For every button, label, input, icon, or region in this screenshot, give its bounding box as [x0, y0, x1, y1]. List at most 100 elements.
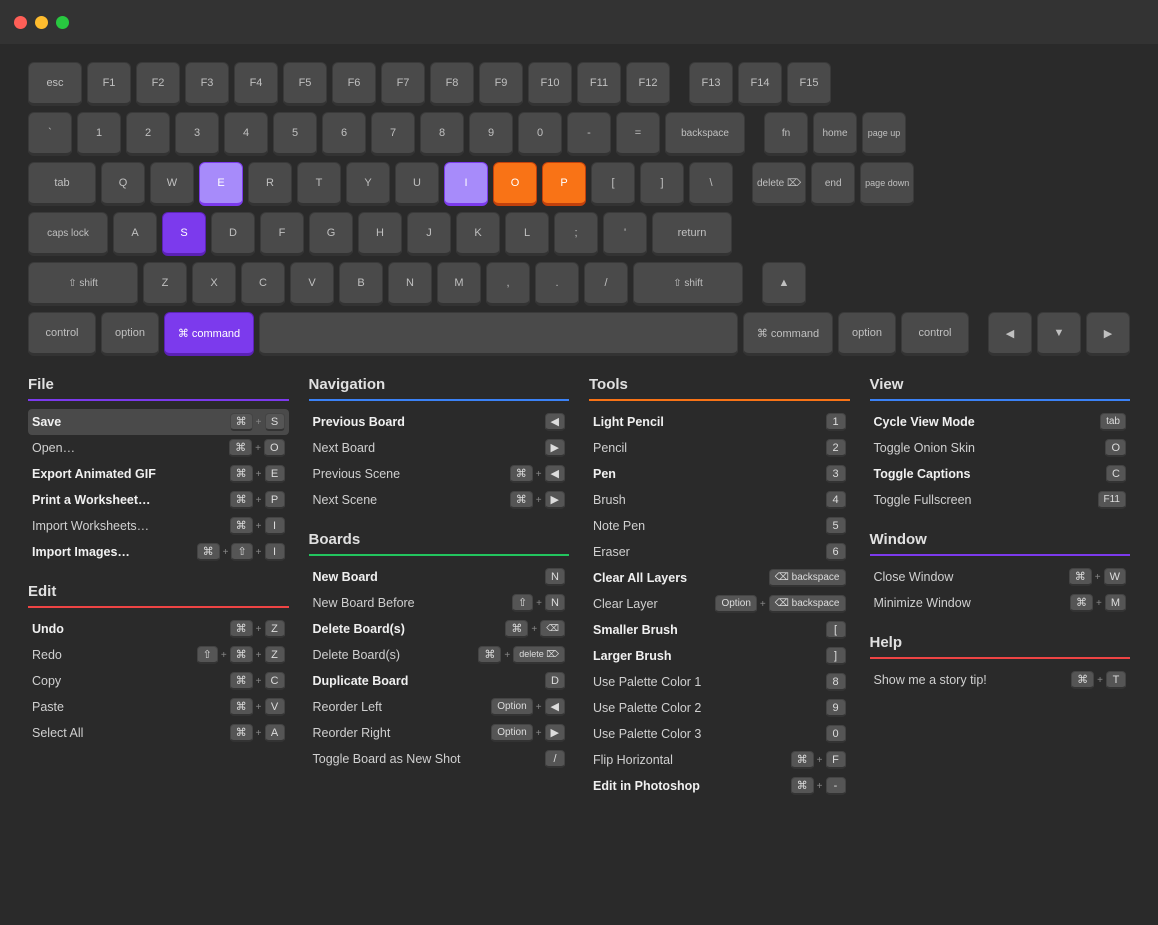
key-o[interactable]: O	[493, 162, 537, 206]
shortcut-palette-2: Use Palette Color 2 9	[589, 695, 850, 721]
keyboard: esc F1 F2 F3 F4 F5 F6 F7 F8 F9 F10 F11 F…	[28, 62, 1130, 356]
key-8[interactable]: 8	[420, 112, 464, 156]
key-e[interactable]: E	[199, 162, 243, 206]
key-f14[interactable]: F14	[738, 62, 782, 106]
minimize-button[interactable]	[35, 16, 48, 29]
key-cmd-left[interactable]: ⌘ command	[164, 312, 254, 356]
key-option-right[interactable]: option	[838, 312, 896, 356]
key-6[interactable]: 6	[322, 112, 366, 156]
key-backslash[interactable]: \	[689, 162, 733, 206]
key-option-left[interactable]: option	[101, 312, 159, 356]
key-comma[interactable]: ,	[486, 262, 530, 306]
key-f8[interactable]: F8	[430, 62, 474, 106]
key-k[interactable]: K	[456, 212, 500, 256]
key-m[interactable]: M	[437, 262, 481, 306]
key-lbracket[interactable]: [	[591, 162, 635, 206]
key-b[interactable]: B	[339, 262, 383, 306]
key-f10[interactable]: F10	[528, 62, 572, 106]
key-l[interactable]: L	[505, 212, 549, 256]
maximize-button[interactable]	[56, 16, 69, 29]
key-s[interactable]: S	[162, 212, 206, 256]
shortcut-clear-layer: Clear Layer Option + ⌫ backspace	[589, 591, 850, 617]
key-rbracket[interactable]: ]	[640, 162, 684, 206]
key-5[interactable]: 5	[273, 112, 317, 156]
key-f2[interactable]: F2	[136, 62, 180, 106]
key-f15[interactable]: F15	[787, 62, 831, 106]
key-d[interactable]: D	[211, 212, 255, 256]
key-f5[interactable]: F5	[283, 62, 327, 106]
key-pagedown[interactable]: page down	[860, 162, 914, 206]
help-title: Help	[870, 634, 1131, 651]
key-f1[interactable]: F1	[87, 62, 131, 106]
key-7[interactable]: 7	[371, 112, 415, 156]
key-f6[interactable]: F6	[332, 62, 376, 106]
key-1[interactable]: 1	[77, 112, 121, 156]
key-4[interactable]: 4	[224, 112, 268, 156]
key-h[interactable]: H	[358, 212, 402, 256]
key-ctrl-right[interactable]: control	[901, 312, 969, 356]
key-2[interactable]: 2	[126, 112, 170, 156]
key-quote[interactable]: '	[603, 212, 647, 256]
key-q[interactable]: Q	[101, 162, 145, 206]
file-divider	[28, 399, 289, 401]
key-pageup[interactable]: page up	[862, 112, 906, 156]
key-n[interactable]: N	[388, 262, 432, 306]
key-return[interactable]: return	[652, 212, 732, 256]
key-cmd-right[interactable]: ⌘ command	[743, 312, 833, 356]
key-arrow-up[interactable]: ▲	[762, 262, 806, 306]
key-fn[interactable]: fn	[764, 112, 808, 156]
key-equals[interactable]: =	[616, 112, 660, 156]
key-r[interactable]: R	[248, 162, 292, 206]
key-y[interactable]: Y	[346, 162, 390, 206]
key-backtick[interactable]: `	[28, 112, 72, 156]
key-shift-left[interactable]: ⇧ shift	[28, 262, 138, 306]
key-arrow-left[interactable]: ◀	[988, 312, 1032, 356]
key-a[interactable]: A	[113, 212, 157, 256]
key-f12[interactable]: F12	[626, 62, 670, 106]
shortcut-delete-boards-del: Delete Board(s) ⌘ + delete ⌦	[309, 642, 570, 668]
shortcuts-area: File Save ⌘ + S Open… ⌘ + O Export An	[0, 366, 1158, 819]
key-f[interactable]: F	[260, 212, 304, 256]
key-f4[interactable]: F4	[234, 62, 278, 106]
key-space[interactable]	[259, 312, 738, 356]
key-semicolon[interactable]: ;	[554, 212, 598, 256]
key-9[interactable]: 9	[469, 112, 513, 156]
key-period[interactable]: .	[535, 262, 579, 306]
key-esc[interactable]: esc	[28, 62, 82, 106]
key-backspace[interactable]: backspace	[665, 112, 745, 156]
key-w[interactable]: W	[150, 162, 194, 206]
key-delete[interactable]: delete ⌦	[752, 162, 806, 206]
key-i[interactable]: I	[444, 162, 488, 206]
key-v[interactable]: V	[290, 262, 334, 306]
key-shift-right[interactable]: ⇧ shift	[633, 262, 743, 306]
key-x[interactable]: X	[192, 262, 236, 306]
key-end[interactable]: end	[811, 162, 855, 206]
key-f7[interactable]: F7	[381, 62, 425, 106]
shortcut-toggle-captions: Toggle Captions C	[870, 461, 1131, 487]
key-slash[interactable]: /	[584, 262, 628, 306]
key-arrow-down[interactable]: ▼	[1037, 312, 1081, 356]
key-t[interactable]: T	[297, 162, 341, 206]
key-j[interactable]: J	[407, 212, 451, 256]
key-f9[interactable]: F9	[479, 62, 523, 106]
key-0[interactable]: 0	[518, 112, 562, 156]
key-row-zxcv: ⇧ shift Z X C V B N M , . / ⇧ shift ▲	[28, 262, 1130, 306]
key-tab[interactable]: tab	[28, 162, 96, 206]
key-g[interactable]: G	[309, 212, 353, 256]
key-c[interactable]: C	[241, 262, 285, 306]
key-f11[interactable]: F11	[577, 62, 621, 106]
key-z[interactable]: Z	[143, 262, 187, 306]
key-p[interactable]: P	[542, 162, 586, 206]
close-button[interactable]	[14, 16, 27, 29]
key-3[interactable]: 3	[175, 112, 219, 156]
key-u[interactable]: U	[395, 162, 439, 206]
key-minus[interactable]: -	[567, 112, 611, 156]
key-home[interactable]: home	[813, 112, 857, 156]
key-f13[interactable]: F13	[689, 62, 733, 106]
shortcut-minimize-window: Minimize Window ⌘ + M	[870, 590, 1131, 616]
key-capslock[interactable]: caps lock	[28, 212, 108, 256]
key-arrow-right[interactable]: ▶	[1086, 312, 1130, 356]
key-f3[interactable]: F3	[185, 62, 229, 106]
save-label: Save	[32, 415, 61, 429]
key-ctrl-left[interactable]: control	[28, 312, 96, 356]
